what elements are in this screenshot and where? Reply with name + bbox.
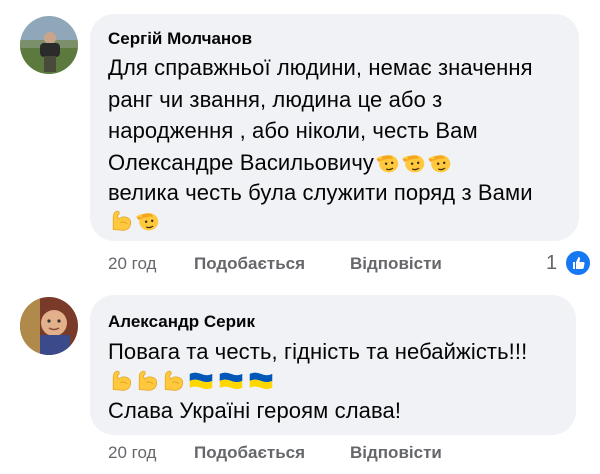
comment-time[interactable]: 20 год bbox=[108, 443, 156, 463]
comment-text-line: Повага та честь, гідність та небайжість!… bbox=[108, 339, 528, 364]
avatar[interactable] bbox=[20, 297, 78, 355]
flexed-biceps-icon bbox=[108, 367, 134, 399]
salute-face-icon bbox=[134, 207, 160, 239]
reaction-count[interactable]: 1 bbox=[546, 252, 557, 274]
thumbs-up-icon[interactable] bbox=[564, 249, 592, 277]
salute-face-icon bbox=[426, 149, 452, 181]
like-button[interactable]: Подобається bbox=[194, 254, 305, 274]
comment-text-line: Олександре Васильовичу bbox=[108, 149, 452, 181]
comment-text-line: велика честь була служити поряд з Вами bbox=[108, 180, 533, 205]
salute-face-icon bbox=[374, 149, 400, 181]
comment-text: Олександре Васильовичу bbox=[108, 150, 374, 175]
comment-text-line: Слава Україні героям слава! bbox=[108, 398, 402, 423]
like-button[interactable]: Подобається bbox=[194, 443, 305, 463]
comment-text-line: ранг чи звання, людина це або з bbox=[108, 87, 443, 112]
ukraine-flag-icon bbox=[216, 367, 246, 399]
comment-emoji-line bbox=[108, 207, 160, 239]
comment-time[interactable]: 20 год bbox=[108, 254, 156, 274]
flexed-biceps-icon bbox=[134, 367, 160, 399]
comment-emoji-line bbox=[108, 367, 276, 399]
flexed-biceps-icon bbox=[108, 207, 134, 239]
comment-author[interactable]: Александр Серик bbox=[108, 312, 255, 332]
reply-button[interactable]: Відповісти bbox=[350, 443, 442, 463]
avatar[interactable] bbox=[20, 16, 78, 74]
ukraine-flag-icon bbox=[186, 367, 216, 399]
ukraine-flag-icon bbox=[246, 367, 276, 399]
comment-author[interactable]: Сергій Молчанов bbox=[108, 29, 252, 49]
flexed-biceps-icon bbox=[160, 367, 186, 399]
reply-button[interactable]: Відповісти bbox=[350, 254, 442, 274]
comment-text-line: народження , або ніколи, честь Вам bbox=[108, 118, 478, 143]
comment-text-line: Для справжньої людини, немає значення bbox=[108, 55, 533, 80]
salute-face-icon bbox=[400, 149, 426, 181]
